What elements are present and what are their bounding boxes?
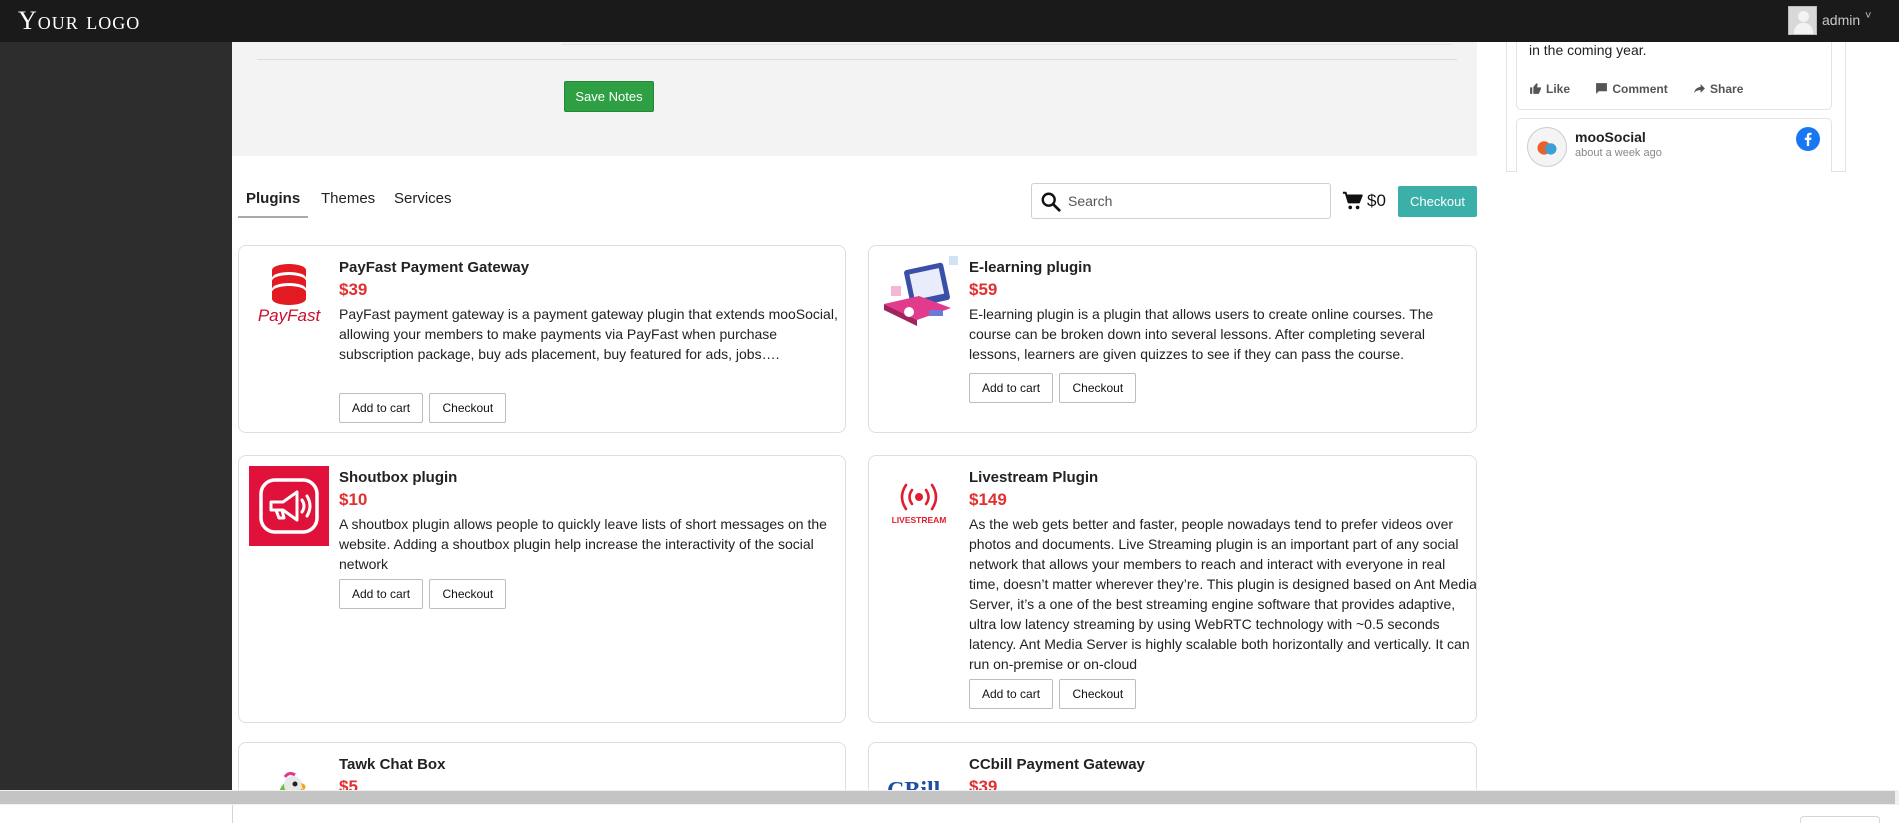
plugin-title[interactable]: E-learning plugin [969,259,1092,276]
plugin-title[interactable]: Tawk Chat Box [339,756,445,773]
checkout-button[interactable]: Checkout [429,393,507,423]
tab-themes[interactable]: Themes [321,190,375,207]
add-to-cart-button[interactable]: Add to cart [969,679,1054,709]
like-icon [1530,83,1541,94]
user-avatar-icon[interactable] [1788,6,1817,35]
plugin-actions: Add to cart Checkout [339,393,508,423]
moosocial-avatar[interactable] [1527,127,1567,167]
plugin-card-livestream: LIVESTREAM Livestream Plugin $149 As the… [868,455,1477,723]
cart-checkout-button[interactable]: Checkout [1398,186,1477,217]
plugin-price: $10 [339,490,368,509]
right-column: in the coming year. Like Comment Share m… [1506,42,1846,172]
top-bar: Your logo admin ˅ [0,0,1899,42]
active-tab-underline [238,216,308,218]
notes-textarea-edge[interactable] [562,42,1452,45]
plugin-card-shoutbox: Shoutbox plugin $10 A shoutbox plugin al… [238,455,846,723]
comment-action[interactable]: Comment [1595,82,1671,96]
bottom-divider [232,805,233,823]
search-box[interactable] [1031,183,1331,219]
plugin-actions: Add to cart Checkout [339,579,508,609]
site-logo[interactable]: Your logo [18,6,140,36]
chevron-down-icon[interactable]: ˅ [1865,10,1871,22]
plugin-actions: Add to cart Checkout [969,373,1138,403]
search-input[interactable] [1068,191,1318,211]
plugin-price: $59 [969,280,998,299]
plugin-description: As the web gets better and faster, peopl… [969,516,1477,672]
svg-text:PayFast: PayFast [258,306,322,325]
tab-plugins[interactable]: Plugins [246,190,300,207]
plugin-title[interactable]: PayFast Payment Gateway [339,259,529,276]
payfast-logo-icon: PayFast [258,264,322,325]
user-menu-name[interactable]: admin [1822,12,1860,28]
plugin-actions: Add to cart Checkout [969,679,1138,709]
plugin-title[interactable]: Livestream Plugin [969,469,1098,486]
plugin-card-elearning: E-learning plugin $59 E-learning plugin … [868,245,1477,433]
search-icon [1041,192,1061,212]
notes-panel: Save Notes [232,42,1477,156]
scrollbar-thumb[interactable] [0,791,1895,804]
cart-total: $0 [1367,191,1386,210]
add-to-cart-button[interactable]: Add to cart [339,393,424,423]
share-icon [1694,84,1705,94]
comment-icon [1596,83,1608,94]
plugin-card-payfast: PayFast PayFast Payment Gateway $39 PayF… [238,245,846,433]
add-to-cart-button[interactable]: Add to cart [969,373,1054,403]
plugin-description: E-learning plugin is a plugin that allow… [969,306,1434,362]
bottom-region [0,805,1899,823]
checkout-button[interactable]: Checkout [429,579,507,609]
notes-divider [257,59,1457,60]
checkout-button[interactable]: Checkout [1059,373,1137,403]
comment-label: Comment [1612,82,1668,96]
share-action[interactable]: Share [1693,82,1743,96]
cart-icon[interactable] [1342,190,1364,212]
plugin-description: A shoutbox plugin allows people to quick… [339,516,827,572]
livestream-logo-icon: LIVESTREAM [892,483,947,525]
like-label: Like [1546,82,1571,96]
save-notes-button[interactable]: Save Notes [564,81,654,112]
checkout-button[interactable]: Checkout [1059,679,1137,709]
plugin-title[interactable]: CCbill Payment Gateway [969,756,1145,773]
left-sidebar [0,42,232,790]
post-time: about a week ago [1575,147,1662,159]
like-action[interactable]: Like [1529,82,1573,96]
plugin-title[interactable]: Shoutbox plugin [339,469,457,486]
feed-text: in the coming year. [1529,42,1647,58]
facebook-icon[interactable] [1796,127,1820,151]
plugin-description: PayFast payment gateway is a payment gat… [339,306,838,362]
bottom-widget[interactable] [1800,816,1880,823]
share-label: Share [1710,82,1744,96]
page-post-card: mooSocial about a week ago [1516,118,1832,172]
horizontal-scrollbar[interactable] [0,790,1899,805]
plugin-price: $39 [339,280,368,299]
page-name[interactable]: mooSocial [1575,129,1646,145]
feed-actions: Like Comment Share [1529,82,1765,96]
add-to-cart-button[interactable]: Add to cart [339,579,424,609]
plugin-price: $149 [969,490,1007,509]
activity-feed-item: in the coming year. Like Comment Share [1516,42,1832,110]
tab-services[interactable]: Services [394,190,452,207]
elearning-illustration-icon [884,256,958,326]
svg-text:LIVESTREAM: LIVESTREAM [892,515,947,525]
megaphone-icon [249,466,329,546]
